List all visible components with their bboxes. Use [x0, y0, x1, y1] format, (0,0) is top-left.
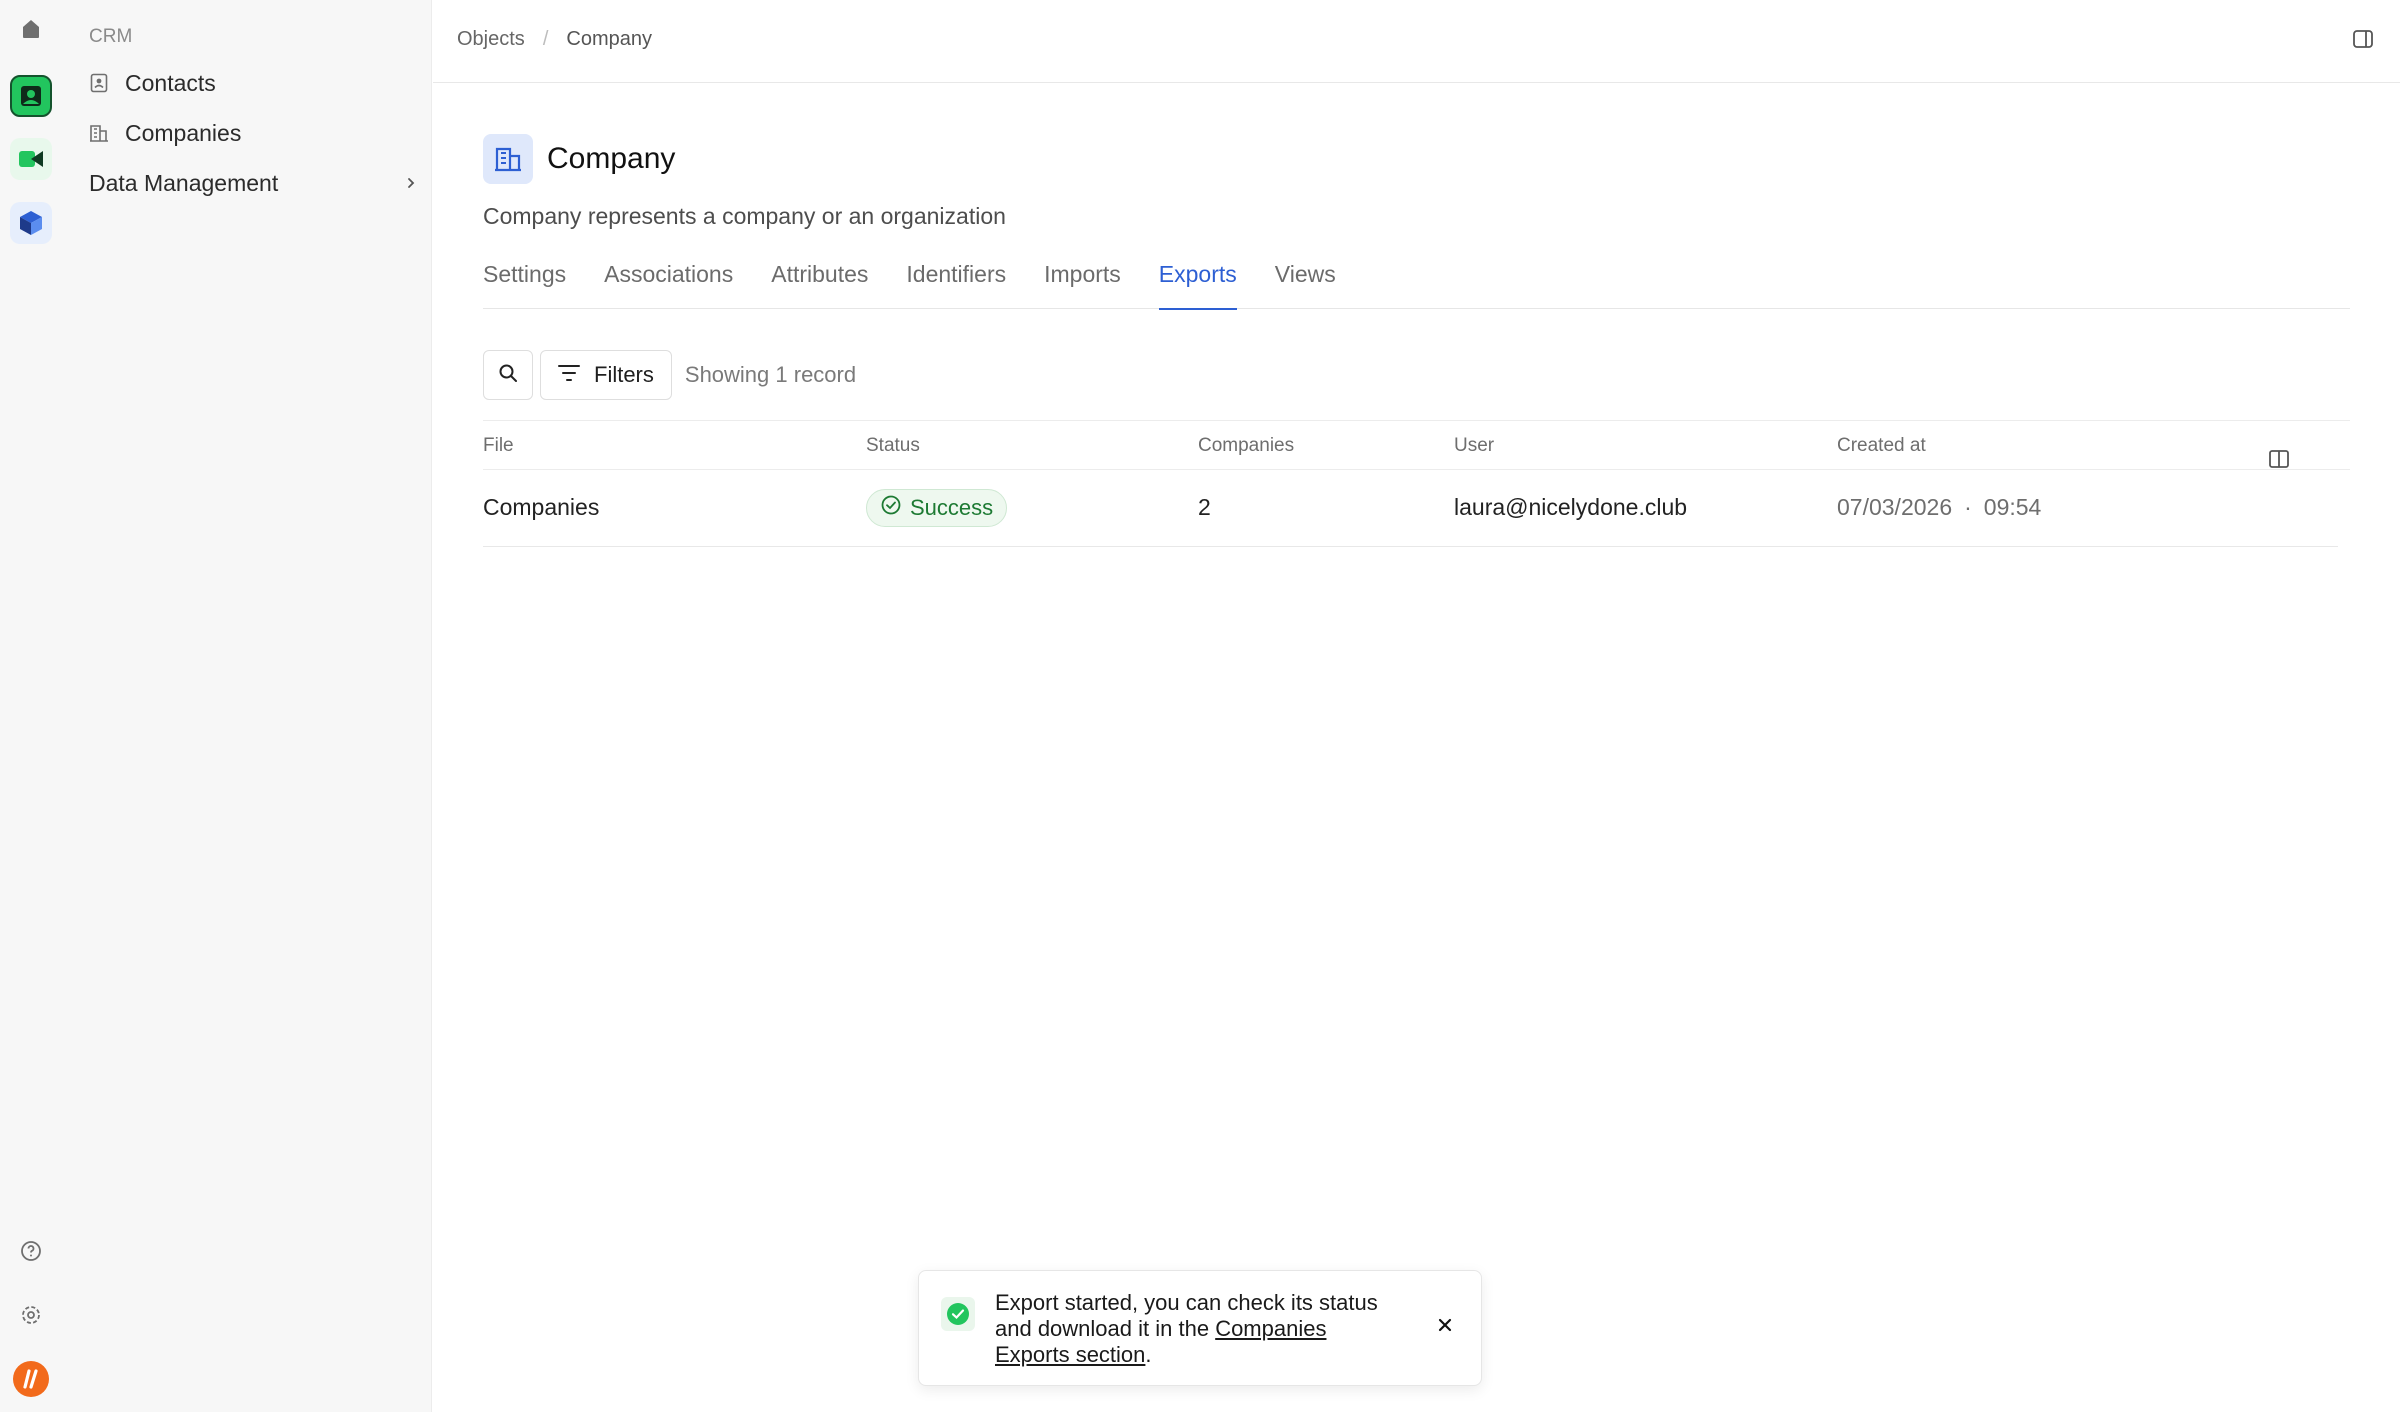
dot-separator: ·: [1964, 494, 1972, 520]
crm-app-button[interactable]: [0, 68, 62, 124]
search-icon: [497, 362, 519, 389]
record-count: Showing 1 record: [684, 362, 857, 387]
tab-views[interactable]: Views: [1275, 253, 1336, 309]
sidebar: CRM Contacts Companies Data Management: [62, 0, 432, 1412]
filters-label: Filters: [594, 362, 654, 387]
toggle-panel-button[interactable]: [2350, 28, 2376, 54]
sidebar-item-contacts[interactable]: Contacts: [89, 61, 424, 105]
layers-app-icon: [10, 202, 52, 244]
tab-associations[interactable]: Associations: [604, 253, 733, 309]
check-circle-icon: [880, 494, 910, 522]
table-header: File Status Companies User Created at: [483, 420, 2350, 470]
created-time: 09:54: [1983, 494, 2042, 520]
sidebar-section-label: CRM: [89, 26, 133, 47]
tab-attributes[interactable]: Attributes: [771, 253, 868, 309]
status-badge: Success: [866, 489, 1008, 527]
sidebar-item-label: Companies: [125, 119, 242, 146]
cell-created-at: 07/03/2026 · 09:54: [1837, 494, 2041, 521]
home-button[interactable]: [0, 3, 62, 59]
home-icon: [20, 18, 42, 45]
companies-icon: [89, 122, 109, 144]
sidebar-item-data-management[interactable]: Data Management: [89, 161, 424, 205]
column-header-companies[interactable]: Companies: [1198, 435, 1294, 457]
status-text: Success: [910, 495, 994, 520]
contacts-icon: [89, 72, 109, 94]
exports-table: File Status Companies User Created at Co…: [483, 420, 2350, 547]
app-rail: [0, 0, 62, 1412]
sidebar-item-label: Contacts: [125, 69, 216, 96]
breadcrumb-separator: /: [542, 28, 549, 50]
filter-icon: [558, 362, 594, 388]
sidebar-item-companies[interactable]: Companies: [89, 111, 424, 155]
layers-app-button[interactable]: [0, 195, 62, 251]
settings-button[interactable]: [0, 1289, 62, 1345]
breadcrumb: Objects / Company: [457, 28, 652, 51]
column-header-file[interactable]: File: [483, 435, 514, 457]
tab-settings[interactable]: Settings: [483, 253, 566, 309]
created-date: 07/03/2026: [1837, 494, 1953, 520]
help-button[interactable]: [0, 1225, 62, 1281]
tab-exports[interactable]: Exports: [1158, 253, 1237, 310]
toast-suffix: .: [1145, 1342, 1152, 1367]
cell-user: laura@nicelydone.club: [1454, 494, 1688, 520]
column-header-created-at[interactable]: Created at: [1837, 435, 1926, 457]
table-row[interactable]: Companies Success 2 laura@nicelydone.clu…: [483, 470, 2338, 547]
filters-button[interactable]: Filters: [540, 350, 672, 400]
tab-imports[interactable]: Imports: [1044, 253, 1121, 309]
toast-message: Export started, you can check its status…: [995, 1290, 1395, 1368]
page-title: Company: [547, 142, 676, 175]
page-description: Company represents a company or an organ…: [483, 203, 1006, 229]
crm-app-icon: [10, 75, 52, 117]
user-avatar-button[interactable]: [0, 1353, 62, 1409]
help-icon: [20, 1240, 42, 1267]
table-toolbar: Filters Showing 1 record: [483, 350, 856, 400]
user-avatar-icon: [12, 1360, 50, 1403]
toast-close-button[interactable]: [1435, 1317, 1455, 1337]
toast-notification: Export started, you can check its status…: [918, 1270, 1482, 1386]
chevron-right-icon: [404, 172, 418, 200]
tab-identifiers[interactable]: Identifiers: [906, 253, 1006, 309]
column-header-user[interactable]: User: [1454, 435, 1494, 457]
meet-app-icon: [10, 138, 52, 180]
cell-companies: 2: [1198, 494, 1211, 520]
meet-app-button[interactable]: [0, 131, 62, 187]
close-icon: [1438, 1318, 1452, 1337]
top-bar: Objects / Company: [433, 0, 2400, 83]
cell-file: Companies: [483, 494, 600, 520]
company-object-icon: [483, 134, 533, 184]
settings-icon: [20, 1304, 42, 1331]
breadcrumb-objects[interactable]: Objects: [457, 28, 525, 51]
tab-bar: Settings Associations Attributes Identif…: [483, 253, 2350, 310]
search-button[interactable]: [483, 350, 533, 400]
success-check-icon: [941, 1297, 975, 1331]
page-header: Company: [483, 134, 675, 184]
sidebar-item-label: Data Management: [89, 169, 279, 196]
sidebar-panel-icon: [2352, 28, 2374, 55]
column-header-status[interactable]: Status: [866, 435, 920, 457]
breadcrumb-company: Company: [566, 28, 652, 50]
